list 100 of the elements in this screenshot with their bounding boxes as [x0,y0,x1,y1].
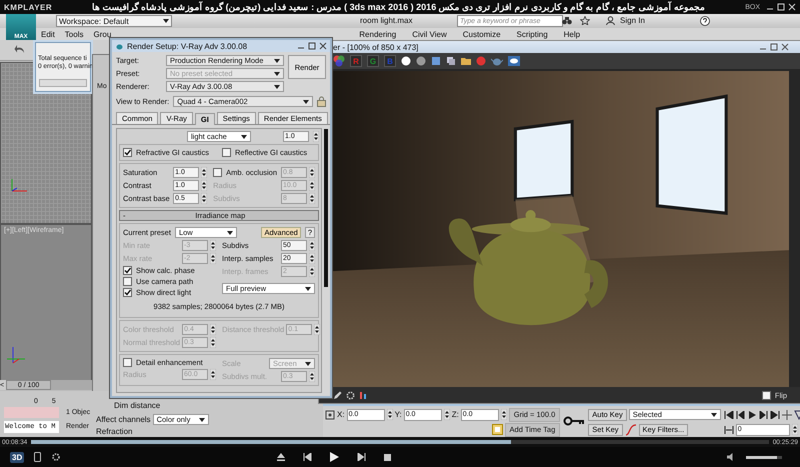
spinner-arrows-icon[interactable] [309,193,315,204]
horizontal-scrollbar[interactable] [39,79,87,87]
spinner-arrows-icon[interactable] [309,371,315,382]
levels-icon[interactable] [359,390,368,400]
menu-item[interactable]: Scripting [508,30,556,38]
key-mode-icon[interactable] [724,426,734,434]
maximize-icon[interactable] [770,43,778,51]
spinner-arrows-icon[interactable] [309,167,315,178]
spinner-arrows-icon[interactable] [500,409,507,420]
axis-gizmo-icon [9,177,29,193]
spinner-arrows-icon[interactable] [201,193,208,204]
time-tag-icon[interactable] [492,424,503,435]
transform-mode-icon[interactable] [325,410,335,420]
checkbox[interactable] [123,288,132,297]
go-to-end-icon[interactable] [770,410,780,418]
axis-label: X: [337,410,345,419]
eye-icon[interactable] [508,56,520,66]
pan-icon[interactable] [782,410,792,420]
copy-icon[interactable] [446,56,456,66]
stop-icon[interactable] [384,454,392,460]
caret-icon [241,134,247,138]
next-frame-icon[interactable] [758,410,768,418]
spinner-arrows-icon[interactable] [309,180,315,191]
maximize-icon[interactable] [308,42,316,50]
caret-icon [305,362,311,366]
next-icon[interactable] [357,453,366,461]
gear-icon[interactable] [346,390,355,400]
phone-icon[interactable] [34,452,42,462]
axis-gizmo-icon [7,345,25,365]
go-to-start-icon[interactable] [724,410,734,418]
lock-icon[interactable] [317,96,326,107]
previous-icon[interactable] [303,453,312,461]
eject-icon[interactable] [277,453,286,461]
pencil-icon[interactable] [333,390,342,400]
axis-label: Y: [394,410,402,419]
undo-icon[interactable] [14,44,26,54]
menu-item[interactable]: Edit [36,30,60,38]
spinner-arrows-icon[interactable] [201,180,208,191]
menu-item[interactable]: Grou [88,30,116,38]
spinner-arrows-icon[interactable] [314,324,320,335]
spinner-arrows-icon[interactable] [210,337,216,348]
close-icon[interactable] [781,43,789,51]
window-title: er - [100% of 850 x 473] [333,42,418,52]
checkbox[interactable] [123,148,132,157]
close-icon[interactable] [319,42,327,50]
color-circles-icon[interactable] [333,55,345,67]
axis-label: Z: [452,410,459,419]
caret-icon [274,72,280,76]
menu-item[interactable]: Customize [454,30,509,38]
caret-icon [198,418,205,422]
section-label: Refraction [96,427,132,436]
star-icon[interactable] [580,16,590,25]
checkbox[interactable] [123,277,132,286]
workspace-dropdown[interactable]: Workspace: Default [56,15,172,27]
spinner-arrows-icon[interactable] [444,409,450,420]
spinner-arrows-icon[interactable] [210,240,216,251]
caret-icon [305,286,311,290]
spinner-arrows-icon[interactable] [313,131,319,142]
field-label: Dim distance [114,401,160,410]
script-listener-field[interactable] [4,407,59,418]
spinner-arrows-icon[interactable] [792,424,798,435]
play-icon[interactable] [748,410,756,418]
spinner-arrows-icon[interactable] [201,167,208,178]
caret-icon [163,19,169,23]
previous-frame-icon[interactable] [736,410,746,418]
checkbox[interactable] [123,266,132,275]
menu-item[interactable]: Help [556,30,588,38]
help-icon[interactable] [700,16,710,26]
spinner-arrows-icon[interactable] [210,369,216,380]
spinner-arrows-icon[interactable] [309,253,315,264]
menu-item[interactable]: Civil View [404,30,455,38]
field-label: Affect channels [96,415,151,424]
circle-icon[interactable] [401,56,411,66]
binoculars-icon[interactable] [562,16,572,25]
checkbox[interactable] [762,390,771,400]
spinner-arrows-icon[interactable] [386,409,393,420]
curve-icon[interactable] [624,424,637,436]
play-icon[interactable] [330,452,340,462]
seek-bar[interactable] [31,440,769,444]
spinner-arrows-icon[interactable] [309,266,315,277]
spinner-arrows-icon[interactable] [210,253,216,264]
3d-button[interactable]: 3D [10,452,24,462]
caret-icon [226,230,233,234]
file-title: room light.max [360,16,412,25]
caret-icon [274,58,280,62]
folder-icon[interactable] [461,56,471,66]
dialog-title: Render Setup: V-Ray Adv 3.00.08 [127,42,248,50]
checkbox[interactable] [222,148,231,157]
menu-item[interactable]: Rendering [351,30,404,38]
caret-icon [274,84,280,88]
menu-item[interactable]: Tools [60,30,88,38]
user-icon[interactable] [606,16,615,25]
shaded-circle-icon[interactable] [416,56,426,66]
player-logo: KMPLAYER [4,2,52,12]
settings-icon[interactable] [51,452,62,462]
spinner-arrows-icon[interactable] [309,240,315,251]
caret-icon [710,412,717,416]
spinner-arrows-icon[interactable] [210,324,216,335]
scrollbar[interactable] [324,129,328,287]
sign-in-link[interactable]: Sign In [620,16,645,25]
